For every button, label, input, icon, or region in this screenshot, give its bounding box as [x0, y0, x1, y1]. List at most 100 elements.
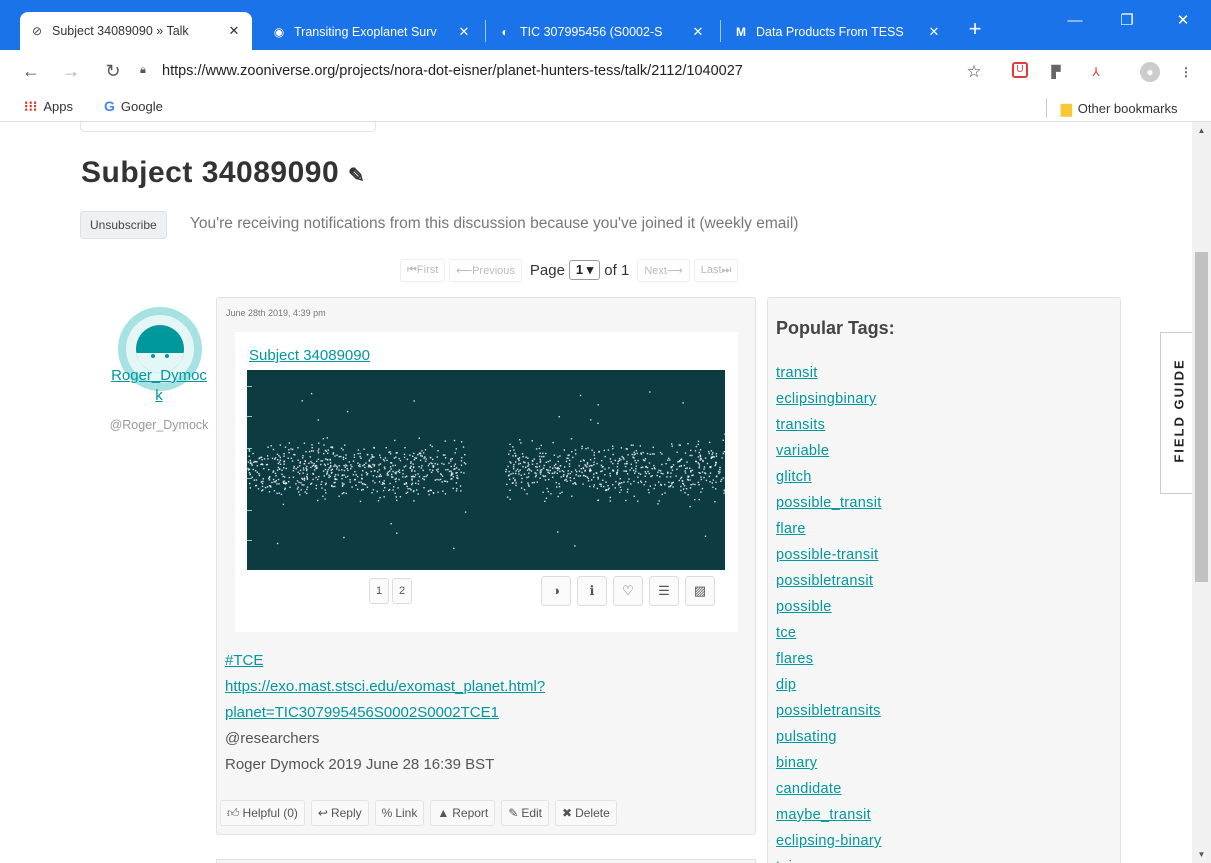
tag-link[interactable]: transit	[776, 360, 882, 386]
tag-link[interactable]: tce	[776, 620, 882, 646]
tag-link[interactable]: binary	[776, 750, 882, 776]
tag-link[interactable]: maybe_transit	[776, 802, 882, 828]
popular-tags-list: transit eclipsingbinary transits variable gl…	[776, 360, 882, 863]
page-label: Page	[529, 261, 565, 279]
page-title: Subject 34089090 ✎	[81, 156, 366, 189]
info-icon[interactable]: ℹ	[577, 576, 607, 606]
favorite-heart-icon[interactable]: ♡	[613, 576, 643, 606]
tab-title: Data Products From TESS	[756, 25, 904, 39]
exomast-link[interactable]: https://exo.mast.stsci.edu/exomast_plane…	[225, 674, 545, 700]
delete-button[interactable]: ✖ Delete	[555, 800, 617, 826]
subject-tools: ◑ ℹ ♡ ☰ ▨	[535, 576, 715, 606]
exomast-link-continued[interactable]: planet=TIC307995456S0002S0002TCE1	[225, 700, 545, 726]
frame-button[interactable]: 1	[369, 578, 389, 604]
subject-link[interactable]: Subject 34089090	[249, 347, 370, 364]
tab-data-products[interactable]: M Data Products From TESS ✕	[724, 14, 952, 50]
collections-list-icon[interactable]: ☰	[649, 576, 679, 606]
page-select[interactable]: 1 ▾	[568, 260, 601, 280]
warning-icon: ▲	[437, 806, 450, 820]
scroll-up-icon[interactable]: ▲	[1192, 122, 1211, 139]
popular-tags-title: Popular Tags:	[776, 318, 895, 338]
tag-link[interactable]: flare	[776, 516, 882, 542]
tag-link[interactable]: variable	[776, 438, 882, 464]
star-icon[interactable]: ☆	[964, 62, 984, 82]
close-icon[interactable]: ✕	[456, 24, 472, 40]
scrollbar-thumb[interactable]	[1195, 252, 1208, 582]
tag-link[interactable]: eclipsingbinary	[776, 386, 882, 412]
close-icon[interactable]: ✕	[226, 23, 242, 39]
author-name-link[interactable]: Roger_Dymoc k	[84, 366, 234, 406]
last-page-button[interactable]: Last⏭	[693, 258, 739, 282]
extension-flag-icon[interactable]: ▛	[1046, 62, 1066, 82]
mention-text: @researchers	[225, 730, 320, 747]
reply-button[interactable]: ↩ Reply	[310, 800, 369, 826]
url-field[interactable]: 🔒︎ https://www.zooniverse.org/projects/n…	[140, 56, 1000, 86]
close-icon[interactable]: ✕	[926, 24, 942, 40]
tag-link[interactable]: possible-transit	[776, 542, 882, 568]
close-icon[interactable]: ✕	[690, 24, 706, 40]
close-window-icon[interactable]: ✕	[1160, 6, 1206, 36]
tag-link[interactable]: transits	[776, 412, 882, 438]
subject-preview: Subject 34089090 1 2 ◑ ℹ ♡ ☰ ▨	[235, 332, 738, 632]
tab-tess[interactable]: ◉ Transiting Exoplanet Surv ✕	[262, 14, 482, 50]
field-guide-tab[interactable]: FIELD GUIDE	[1160, 332, 1196, 494]
previous-element-edge	[80, 122, 376, 132]
tab-subject[interactable]: ⊘ Subject 34089090 » Talk ✕	[20, 12, 252, 50]
report-button[interactable]: ▲ Report	[430, 800, 496, 826]
new-tab-button[interactable]: +	[960, 14, 990, 44]
tag-link[interactable]: toi	[776, 854, 882, 863]
profile-icon[interactable]: ●	[1140, 62, 1160, 82]
unsubscribe-button[interactable]: Unsubscribe	[80, 211, 167, 239]
pdf-extension-icon[interactable]: ⅄	[1086, 62, 1106, 82]
extension-shield-icon[interactable]: U	[1012, 62, 1028, 78]
tag-link[interactable]: dip	[776, 672, 882, 698]
tag-link[interactable]: possibletransit	[776, 568, 882, 594]
zooniverse-icon: ⊘	[31, 24, 43, 38]
edit-pencil-icon[interactable]: ✎	[348, 165, 365, 187]
first-icon: ⏮	[407, 263, 417, 276]
browser-tab-strip: ⊘ Subject 34089090 » Talk ✕ ◉ Transiting…	[0, 0, 1211, 50]
tag-link[interactable]: candidate	[776, 776, 882, 802]
edit-button[interactable]: ✎ Edit	[501, 800, 550, 826]
back-icon[interactable]: ←	[18, 58, 44, 84]
page-viewport: Subject 34089090 ✎ Unsubscribe You're re…	[0, 122, 1211, 863]
helpful-button[interactable]: 👍︎ Helpful (0)	[220, 800, 305, 826]
reload-icon[interactable]: ↻	[100, 58, 126, 84]
bookmark-other[interactable]: ▆ Other bookmarks	[1046, 98, 1177, 118]
comment-card: June 28th 2019, 4:39 pm Subject 34089090…	[216, 297, 756, 835]
image-icon[interactable]: ▨	[685, 576, 715, 606]
popular-tags-panel: Popular Tags: transit eclipsingbinary tran…	[767, 297, 1121, 863]
next-page-button[interactable]: Next⟶	[637, 258, 690, 282]
bookmark-google[interactable]: G Google	[104, 98, 163, 114]
bookmark-apps[interactable]: ⁝⁝⁝ Apps	[24, 98, 73, 115]
restore-icon[interactable]: ❐	[1104, 6, 1150, 36]
medium-icon: M	[736, 25, 746, 39]
tab-title: TIC 307995456 (S0002-S	[520, 25, 663, 39]
tag-link[interactable]: glitch	[776, 464, 882, 490]
tag-link[interactable]: possible_transit	[776, 490, 882, 516]
hashtag-link[interactable]: #TCE	[225, 648, 545, 674]
notification-notice: You're receiving notifications from this…	[190, 215, 799, 232]
invert-icon[interactable]: ◑	[541, 576, 571, 606]
menu-icon[interactable]: ⋮	[1176, 62, 1196, 82]
tag-link[interactable]: flares	[776, 646, 882, 672]
forward-icon[interactable]: →	[58, 58, 84, 84]
vertical-scrollbar[interactable]: ▲ ▼	[1192, 122, 1211, 863]
scroll-down-icon[interactable]: ▼	[1192, 846, 1211, 863]
first-page-button[interactable]: ⏮First	[400, 258, 446, 282]
light-curve-image[interactable]	[247, 370, 725, 570]
minimize-icon[interactable]: —	[1052, 6, 1098, 36]
url-text: https://www.zooniverse.org/projects/nora…	[162, 63, 743, 79]
tag-link[interactable]: possible	[776, 594, 882, 620]
previous-page-button[interactable]: ⟵Previous	[449, 258, 522, 282]
tag-link[interactable]: eclipsing-binary	[776, 828, 882, 854]
link-icon: %	[381, 806, 393, 820]
link-button[interactable]: % Link	[374, 800, 425, 826]
tag-link[interactable]: pulsating	[776, 724, 882, 750]
tab-tic[interactable]: ◐ TIC 307995456 (S0002-S ✕	[488, 14, 716, 50]
comment-body: #TCE https://exo.mast.stsci.edu/exomast_…	[225, 648, 545, 778]
last-icon: ⏭	[721, 263, 732, 276]
tag-link[interactable]: possibletransits	[776, 698, 882, 724]
frame-button[interactable]: 2	[392, 578, 412, 604]
signature-text: Roger Dymock 2019 June 28 16:39 BST	[225, 756, 495, 773]
